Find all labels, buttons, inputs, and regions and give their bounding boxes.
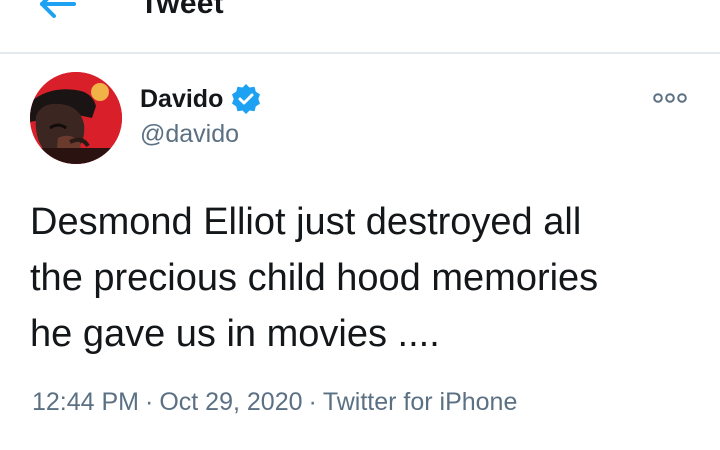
tweet-source[interactable]: Twitter for iPhone — [323, 388, 518, 416]
display-name-row: Davido — [140, 84, 261, 114]
arrow-left-icon — [40, 0, 76, 18]
page-title: Tweet — [140, 0, 224, 20]
tweet-screen: Tweet Davido @davido Desmond Elliot just… — [0, 0, 720, 450]
more-options-icon — [653, 93, 687, 103]
avatar-photo-icon — [30, 72, 122, 164]
tweet-time[interactable]: 12:44 PM — [32, 388, 139, 416]
top-bar: Tweet — [0, 0, 720, 54]
meta-separator: · — [145, 388, 154, 416]
meta-separator: · — [308, 388, 317, 416]
user-handle[interactable]: @davido — [140, 120, 239, 149]
tweet-text: Desmond Elliot just destroyed all the pr… — [30, 201, 599, 355]
verified-badge-icon — [231, 84, 261, 114]
display-name[interactable]: Davido — [140, 85, 223, 114]
avatar[interactable] — [30, 72, 122, 164]
tweet-meta: 12:44 PM · Oct 29, 2020 · Twitter for iPhone — [32, 388, 517, 417]
back-button[interactable] — [38, 0, 78, 20]
tweet-date[interactable]: Oct 29, 2020 — [159, 388, 302, 416]
tweet-author: Davido @davido — [30, 72, 690, 168]
more-options-button[interactable] — [652, 86, 688, 110]
